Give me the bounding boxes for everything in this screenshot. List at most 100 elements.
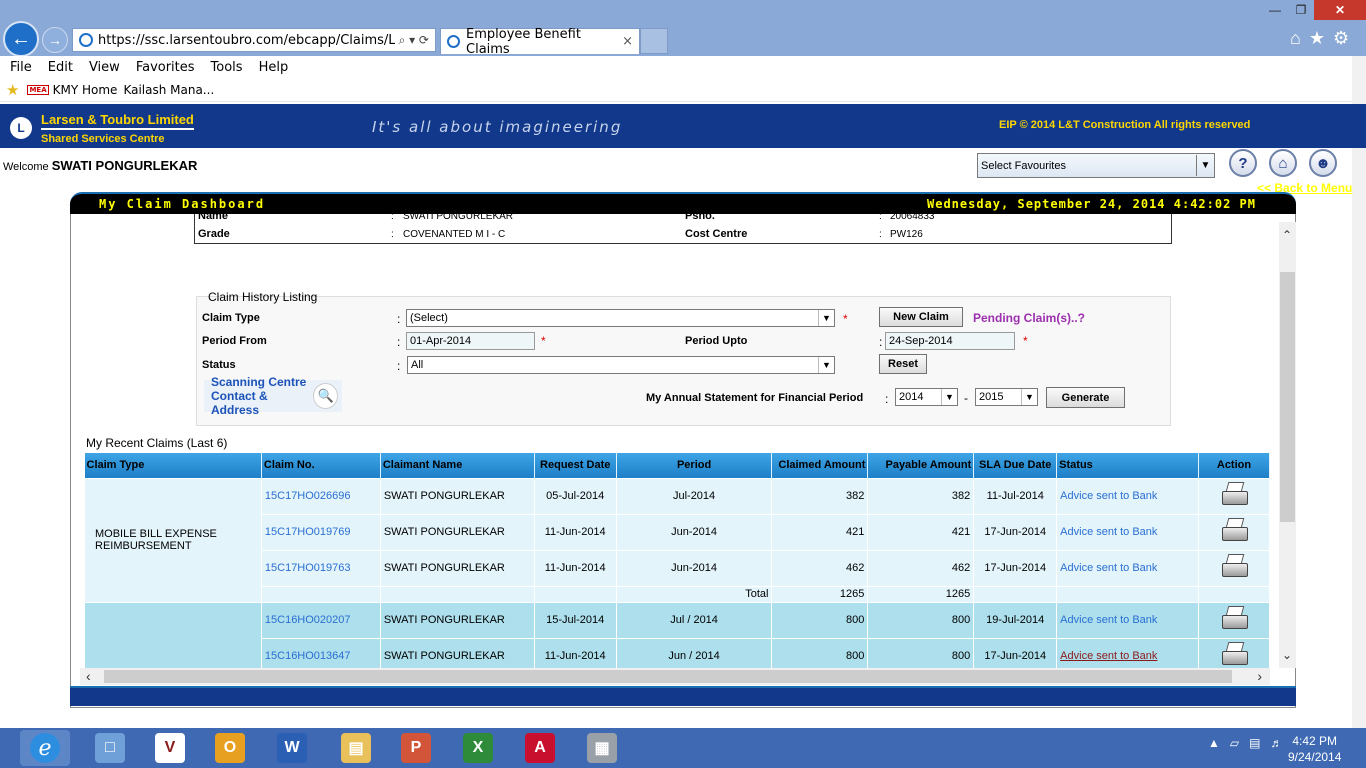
printer-icon[interactable] — [1220, 553, 1248, 580]
taskbar-app-7[interactable]: X — [450, 730, 506, 766]
claim-no-link[interactable]: 15C16HO020207 — [260, 601, 381, 639]
favorites-add-icon[interactable]: ★ — [6, 81, 19, 99]
chevron-down-icon[interactable]: ▼ — [818, 357, 834, 373]
printer-icon[interactable] — [1220, 481, 1248, 508]
claim-no-link[interactable]: 15C17HO026696 — [260, 477, 381, 515]
dashboard-horizontal-scrollbar[interactable]: ‹ › — [80, 668, 1270, 685]
taskbar-app-6[interactable]: P — [388, 730, 444, 766]
total-claimed: 1265 — [771, 585, 869, 603]
taskbar-app-8[interactable]: A — [512, 730, 568, 766]
status-link[interactable]: Advice sent to Bank — [1056, 549, 1199, 587]
total-row: Total 1265 1265 — [85, 585, 1270, 603]
scroll-left-icon[interactable]: ‹ — [86, 668, 91, 684]
claimant-name: SWATI PONGURLEKAR — [379, 477, 535, 515]
favorites-star-icon[interactable]: ★ — [1309, 28, 1325, 49]
portal-home-icon[interactable]: ⌂ — [1269, 149, 1297, 177]
dashboard-vertical-scrollbar[interactable]: ⌃ ⌄ — [1279, 222, 1296, 668]
empty-cell — [1056, 585, 1199, 603]
url-text[interactable]: https://ssc.larsentoubro.com/ebcapp/Clai… — [98, 33, 395, 48]
network-icon[interactable]: ▤ — [1249, 736, 1260, 750]
close-window-icon[interactable]: ✕ — [1314, 0, 1366, 20]
status-select[interactable]: All ▼ — [407, 356, 835, 374]
taskbar-app-2[interactable]: V — [142, 730, 198, 766]
chevron-down-icon[interactable]: ▼ — [818, 310, 834, 326]
printer-icon[interactable] — [1220, 641, 1248, 668]
year-from-value: 2014 — [899, 391, 924, 403]
fav-kmy-home[interactable]: KMY Home — [53, 83, 118, 97]
menu-tools[interactable]: Tools — [211, 60, 243, 75]
status-link[interactable]: Advice sent to Bank — [1056, 513, 1199, 551]
tab-employee-benefit-claims[interactable]: Employee Benefit Claims × — [440, 27, 640, 57]
menu-edit[interactable]: Edit — [48, 60, 73, 75]
year-to-select[interactable]: 2015 ▼ — [975, 388, 1038, 406]
ie-taskbar-button[interactable]: e — [20, 730, 70, 766]
restore-icon[interactable]: ❐ — [1288, 0, 1314, 20]
recent-claims-title: My Recent Claims (Last 6) — [86, 436, 228, 450]
taskbar-app-4[interactable]: W — [264, 730, 320, 766]
scroll-down-icon[interactable]: ⌄ — [1282, 648, 1292, 662]
period: Jun / 2014 — [615, 637, 773, 668]
tab-close-icon[interactable]: × — [622, 34, 633, 49]
request-date: 11-Jun-2014 — [533, 637, 617, 668]
printer-icon[interactable] — [1220, 605, 1248, 632]
scroll-up-icon[interactable]: ⌃ — [1282, 228, 1292, 242]
period-from-sep: : — [397, 335, 401, 349]
claim-no-link[interactable]: 15C17HO019769 — [260, 513, 381, 551]
status-link[interactable]: Advice sent to Bank — [1056, 477, 1199, 515]
magnifier-icon[interactable]: 🔍 — [313, 383, 338, 409]
pending-claims-link[interactable]: Pending Claim(s)..? — [973, 311, 1085, 325]
tray-arrow-icon[interactable]: ▲ — [1208, 736, 1220, 750]
taskbar-app-1[interactable]: □ — [82, 730, 138, 766]
system-clock[interactable]: 4:42 PM 9/24/2014 — [1288, 733, 1341, 765]
menu-view[interactable]: View — [89, 60, 120, 75]
claim-type-select[interactable]: (Select) ▼ — [406, 309, 835, 327]
claim-type-value: (Select) — [410, 312, 448, 324]
period-from-input[interactable]: 01-Apr-2014 — [406, 332, 535, 350]
help-icon[interactable]: ? — [1229, 149, 1257, 177]
user-profile-icon[interactable]: ☻ — [1309, 149, 1337, 177]
claim-no-link[interactable]: 15C17HO019763 — [260, 549, 381, 587]
menu-help[interactable]: Help — [259, 60, 289, 75]
chevron-down-icon[interactable]: ▼ — [1021, 389, 1037, 405]
page-scrollbar[interactable] — [1352, 56, 1366, 728]
scanning-centre-link[interactable]: Scanning Centre Contact & Address 🔍 — [204, 375, 342, 417]
minimize-icon[interactable]: — — [1262, 0, 1288, 20]
ie-page-icon — [79, 33, 93, 47]
request-date: 15-Jul-2014 — [533, 601, 617, 639]
claimant-name: SWATI PONGURLEKAR — [379, 549, 535, 587]
settings-gear-icon[interactable]: ⚙ — [1333, 28, 1349, 49]
menu-file[interactable]: File — [10, 60, 32, 75]
status-link[interactable]: Advice sent to Bank — [1056, 601, 1199, 639]
chevron-down-icon[interactable]: ▼ — [941, 389, 957, 405]
address-bar[interactable]: https://ssc.larsentoubro.com/ebcapp/Clai… — [72, 28, 436, 52]
taskbar-app-5[interactable]: ▤ — [328, 730, 384, 766]
scrollbar-thumb[interactable] — [104, 670, 1232, 683]
menu-favorites[interactable]: Favorites — [136, 60, 195, 75]
taskbar-app-3[interactable]: O — [202, 730, 258, 766]
chevron-down-icon[interactable]: ▼ — [1196, 155, 1214, 176]
tray-device-icon[interactable]: ▱ — [1230, 736, 1239, 750]
year-from-select[interactable]: 2014 ▼ — [895, 388, 958, 406]
payable-amount: 800 — [867, 637, 975, 668]
reset-button[interactable]: Reset — [879, 354, 927, 374]
status-link[interactable]: Advice sent to Bank — [1056, 637, 1199, 668]
back-button[interactable]: ← — [3, 21, 39, 57]
new-claim-button[interactable]: New Claim — [879, 307, 963, 327]
favourites-select[interactable]: Select Favourites ▼ — [977, 153, 1215, 178]
scrollbar-thumb[interactable] — [1280, 272, 1295, 522]
psno-label: Psno. — [685, 212, 715, 222]
user-name: SWATI PONGURLEKAR — [51, 158, 198, 173]
scroll-right-icon[interactable]: › — [1257, 668, 1262, 684]
forward-button[interactable]: → — [42, 27, 68, 53]
period: Jun-2014 — [615, 513, 773, 551]
address-controls[interactable]: ⌕ ▾ ⟳ — [399, 33, 429, 48]
home-icon[interactable]: ⌂ — [1290, 28, 1301, 49]
fav-kailash[interactable]: Kailash Mana... — [123, 83, 214, 97]
generate-button[interactable]: Generate — [1046, 387, 1125, 408]
taskbar-app-9[interactable]: ▦ — [574, 730, 630, 766]
period-upto-input[interactable]: 24-Sep-2014 — [885, 332, 1015, 350]
new-tab-button[interactable] — [640, 28, 668, 54]
printer-icon[interactable] — [1220, 517, 1248, 544]
volume-icon[interactable]: ♬ — [1270, 736, 1282, 750]
claim-no-link[interactable]: 15C16HO013647 — [260, 637, 381, 668]
